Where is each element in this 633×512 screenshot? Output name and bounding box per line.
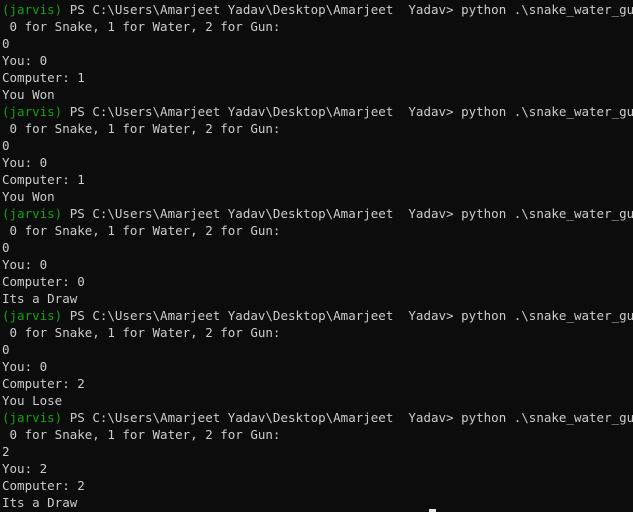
env-prefix: (jarvis): [2, 308, 63, 323]
computer-choice-line: Computer: 1: [2, 172, 85, 187]
prompt-path: PS C:\Users\Amarjeet Yadav\Desktop\Amarj…: [62, 410, 462, 425]
instruction-line: 0 for Snake, 1 for Water, 2 for Gun:: [2, 325, 281, 340]
command-text: python .\snake_water_gun.py: [461, 2, 633, 17]
result-line: You Lose: [2, 393, 63, 408]
prompt-path: PS C:\Users\Amarjeet Yadav\Desktop\Amarj…: [62, 206, 462, 221]
result-line: You Won: [2, 87, 55, 102]
you-choice-line: You: 0: [2, 53, 48, 68]
prompt-path: PS C:\Users\Amarjeet Yadav\Desktop\Amarj…: [62, 2, 462, 17]
user-input-line: 0: [2, 138, 10, 153]
result-line: You Won: [2, 189, 55, 204]
user-input-line: 0: [2, 240, 10, 255]
instruction-line: 0 for Snake, 1 for Water, 2 for Gun:: [2, 427, 281, 442]
env-prefix: (jarvis): [2, 410, 63, 425]
instruction-line: 0 for Snake, 1 for Water, 2 for Gun:: [2, 19, 281, 34]
command-text: python .\snake_water_gun.py: [461, 410, 633, 425]
result-line: Its a Draw: [2, 291, 78, 306]
terminal-output: (jarvis) PS C:\Users\Amarjeet Yadav\Desk…: [2, 1, 633, 511]
prompt-line: (jarvis) PS C:\Users\Amarjeet Yadav\Desk…: [2, 409, 633, 426]
env-prefix: (jarvis): [2, 2, 63, 17]
terminal-window[interactable]: (jarvis) PS C:\Users\Amarjeet Yadav\Desk…: [0, 0, 633, 512]
env-prefix: (jarvis): [2, 206, 63, 221]
you-choice-line: You: 2: [2, 461, 48, 476]
instruction-line: 0 for Snake, 1 for Water, 2 for Gun:: [2, 223, 281, 238]
prompt-line: (jarvis) PS C:\Users\Amarjeet Yadav\Desk…: [2, 205, 633, 222]
prompt-line: (jarvis) PS C:\Users\Amarjeet Yadav\Desk…: [2, 307, 633, 324]
user-input-line: 2: [2, 444, 10, 459]
computer-choice-line: Computer: 2: [2, 376, 85, 391]
you-choice-line: You: 0: [2, 359, 48, 374]
prompt-line: (jarvis) PS C:\Users\Amarjeet Yadav\Desk…: [2, 1, 633, 18]
you-choice-line: You: 0: [2, 155, 48, 170]
prompt-path: PS C:\Users\Amarjeet Yadav\Desktop\Amarj…: [62, 104, 462, 119]
you-choice-line: You: 0: [2, 257, 48, 272]
instruction-line: 0 for Snake, 1 for Water, 2 for Gun:: [2, 121, 281, 136]
command-text: python .\snake_water_gun.py: [461, 104, 633, 119]
command-text: python .\snake_water_gun.py: [461, 308, 633, 323]
env-prefix: (jarvis): [2, 104, 63, 119]
command-text: python .\snake_water_gun.py: [461, 206, 633, 221]
prompt-line: (jarvis) PS C:\Users\Amarjeet Yadav\Desk…: [2, 103, 633, 120]
prompt-path: PS C:\Users\Amarjeet Yadav\Desktop\Amarj…: [62, 308, 462, 323]
user-input-line: 0: [2, 342, 10, 357]
computer-choice-line: Computer: 1: [2, 70, 85, 85]
computer-choice-line: Computer: 2: [2, 478, 85, 493]
computer-choice-line: Computer: 0: [2, 274, 85, 289]
user-input-line: 0: [2, 36, 10, 51]
result-line: Its a Draw: [2, 495, 78, 510]
